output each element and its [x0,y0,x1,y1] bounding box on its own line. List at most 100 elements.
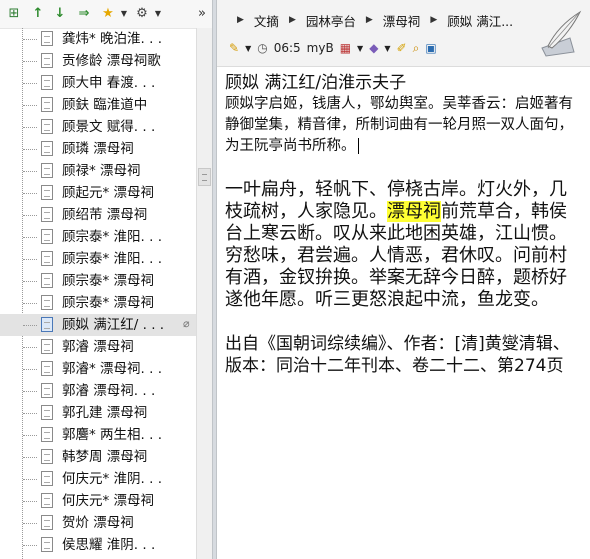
add-node-icon[interactable]: ⊞ [6,6,22,22]
document-icon [41,471,53,486]
tree-item[interactable]: 顾璘 漂母祠 [0,138,196,160]
favorite-dropdown-icon[interactable]: ▼ [116,6,132,22]
move-right-icon[interactable]: ⇒ [76,6,92,22]
tree-connector [23,281,37,282]
document-icon [41,251,53,266]
tree-item-label: 郭濬 漂母祠. . . [62,383,156,399]
move-up-icon[interactable]: ↑ [30,6,46,22]
collapse-panel-icon[interactable]: » [194,6,210,22]
edit-note-icon[interactable]: ✐ [397,41,407,55]
breadcrumb-arrow-icon: ▶ [365,15,373,25]
tree-item[interactable]: 顾姒 满江红/ . . . ⌀ [0,314,196,336]
tree-connector [23,105,37,106]
tree-item-label: 贺炌 漂母祠 [62,515,134,531]
tree-item-label: 顾绍芾 漂母祠 [62,207,148,223]
pencil-icon[interactable]: ✎ [229,41,239,55]
tree-item[interactable]: 顾景文 赋得. . . [0,116,196,138]
clock-icon[interactable]: ◷ [257,41,267,55]
breadcrumb-item[interactable]: 漂母祠 [383,11,421,30]
description-text: 顾姒字启姬，钱唐人，鄂幼舆室。吴莘香云：启姬著有静御堂集，精音律，所制词曲有一轮… [225,96,573,154]
tree-connector [23,149,37,150]
outline-panel: ⊞ ↑ ↓ ⇒ ★ ▼ ⚙ ▼ » 龚炜* 晚泊淮. . . 贡修龄 漂母祠歌 顾大… [0,0,213,559]
tree-item[interactable]: 何庆元* 漂母祠 [0,490,196,512]
tree-item-label: 郭濬 漂母祠 [62,339,134,355]
tree-item[interactable]: 顾鈇 臨淮道中 [0,94,196,116]
tree-item[interactable]: 顾宗泰* 淮阳. . . [0,226,196,248]
tree-item-label: 贡修龄 漂母祠歌 [62,53,161,69]
document-icon [41,141,53,156]
breadcrumb-item[interactable]: 顾姒 满江... [447,11,513,30]
tree-connector [23,523,37,524]
tree-item[interactable]: 顾宗泰* 漂母祠 [0,270,196,292]
tree-item[interactable]: 侯思耀 淮阴. . . [0,534,196,556]
tree-item[interactable]: 郭濬 漂母祠 [0,336,196,358]
document-icon [41,449,53,464]
tree-connector [23,545,37,546]
options-icon[interactable]: ⚙ [134,6,150,22]
tree-item-label: 郭孔建 漂母祠 [62,405,148,421]
calendar-icon[interactable]: ▦ [340,41,351,55]
tree-item[interactable]: 韩梦周 漂母祠 [0,446,196,468]
outline-scrollbar[interactable] [196,28,213,559]
tree-connector [23,325,37,326]
favorite-star-icon[interactable]: ★ [100,6,116,22]
document-icon [41,53,53,68]
document-icon [41,515,53,530]
tree-connector [23,457,37,458]
tree-connector [23,347,37,348]
options-dropdown-icon[interactable]: ▼ [150,6,166,22]
document-icon [41,405,53,420]
tree-item-label: 顾大申 春渡. . . [62,75,156,91]
tag-dropdown-icon[interactable]: ▼ [384,44,390,53]
document-icon [41,493,53,508]
tree-item-label: 顾璘 漂母祠 [62,141,134,157]
tree-item-label: 郭麐* 两生相. . . [62,427,162,443]
tree-item-label: 何庆元* 淮阴. . . [62,471,162,487]
document-icon [41,97,53,112]
breadcrumb-arrow-icon: ▶ [288,15,296,25]
editor-panel: ▶ 文摘 ▶ 园林亭台 ▶ 漂母祠 ▶ 顾姒 满江... ✎ ▼ ◷ 06:5 … [217,0,590,559]
tree-item[interactable]: 郭麐* 两生相. . . [0,424,196,446]
tree-connector [23,237,37,238]
tree-item[interactable]: 贡修龄 漂母祠歌 [0,50,196,72]
tree-item[interactable]: 贺炌 漂母祠 [0,512,196,534]
calendar-dropdown-icon[interactable]: ▼ [357,44,363,53]
document-icon [41,361,53,376]
time-field[interactable]: 06:5 [274,41,301,55]
move-down-icon[interactable]: ↓ [52,6,68,22]
tree-item[interactable]: 郭孔建 漂母祠 [0,402,196,424]
breadcrumb-item[interactable]: 文摘 [254,11,279,30]
tree-item[interactable]: 何庆元* 淮阴. . . [0,468,196,490]
size-field[interactable]: myB [307,41,334,55]
tree-connector [23,435,37,436]
window-icon[interactable]: ▣ [425,41,436,55]
tree-item-label: 顾宗泰* 淮阳. . . [62,251,162,267]
tree-item-label: 何庆元* 漂母祠 [62,493,155,509]
tree-item[interactable]: 顾宗泰* 淮阳. . . [0,248,196,270]
pencil-dropdown-icon[interactable]: ▼ [245,44,251,53]
text-caret [357,138,359,154]
quill-logo-icon [541,10,582,57]
tree-item[interactable]: 顾绍芾 漂母祠 [0,204,196,226]
breadcrumb: ▶ 文摘 ▶ 园林亭台 ▶ 漂母祠 ▶ 顾姒 满江... [227,10,513,30]
tree-item[interactable]: 郭濬* 漂母祠. . . [0,358,196,380]
document-icon [41,317,53,332]
tree-item-label: 顾禄* 漂母祠 [62,163,141,179]
tree-item[interactable]: 顾禄* 漂母祠 [0,160,196,182]
tree-item[interactable]: 龚炜* 晚泊淮. . . [0,28,196,50]
document-icon [41,273,53,288]
tree-item-label: 侯思耀 淮阴. . . [62,537,156,553]
tree-item[interactable]: 顾宗泰* 漂母祠 [0,292,196,314]
search-image-icon[interactable]: ⌕ [413,41,420,56]
document-icon [41,383,53,398]
source-citation: 出自《国朝词综续编》、作者：[清]黄燮清辑、版本：同治十二年刊本、卷二十二、第2… [225,334,570,376]
tag-icon[interactable]: ◆ [369,41,378,55]
scrollbar-thumb[interactable] [198,168,211,186]
breadcrumb-item[interactable]: 园林亭台 [306,11,356,30]
tree-item[interactable]: 顾起元* 漂母祠 [0,182,196,204]
tree-item-label: 顾宗泰* 漂母祠 [62,295,155,311]
tree-item[interactable]: 郭濬 漂母祠. . . [0,380,196,402]
document-body[interactable]: 顾姒 满江红/泊淮示夫子 顾姒字启姬，钱唐人，鄂幼舆室。吴莘香云：启姬著有静御堂… [225,72,580,377]
tree-item-label: 顾姒 满江红/ . . . [62,317,165,333]
tree-item[interactable]: 顾大申 春渡. . . [0,72,196,94]
